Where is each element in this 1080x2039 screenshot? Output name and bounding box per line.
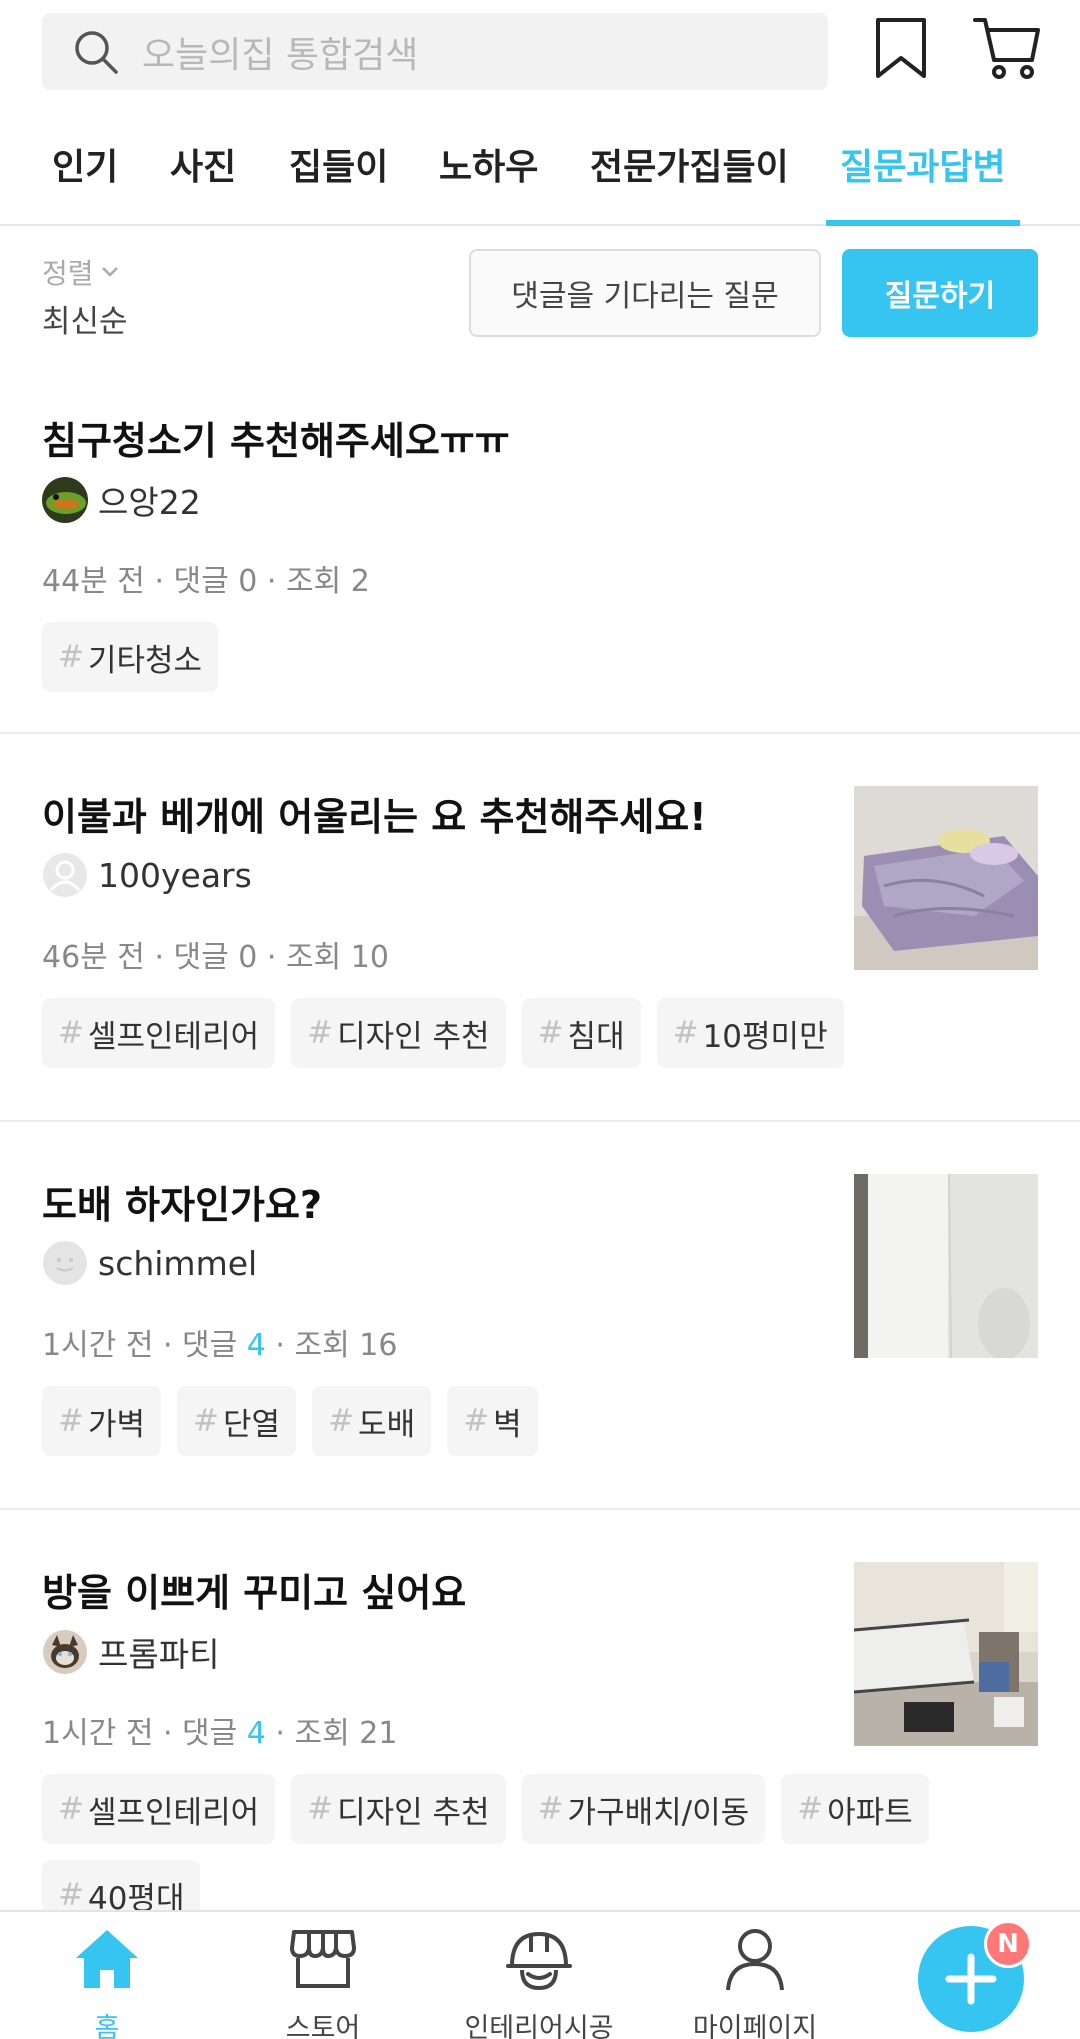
view-count: 2 [350,564,370,599]
nav-store-label: 스토어 [285,2013,361,2039]
tag-chip[interactable]: # 가벽 [42,1386,162,1456]
search-placeholder: 오늘의집 통합검색 [142,34,419,76]
tab-popular[interactable]: 인기 [52,138,118,224]
tag-chip[interactable]: # 디자인 추천 [291,1774,506,1844]
view-count: 21 [359,1716,398,1751]
question-item[interactable]: 방을 이쁘게 꾸미고 싶어요 프롬파티 1시간 전 · 댓글 4 · 조회 21… [0,1510,1080,1930]
author-name[interactable]: 100years [98,856,252,895]
tag-chip[interactable]: # 셀프인테리어 [42,1774,276,1844]
comment-count: 4 [246,1716,266,1751]
question-thumbnail[interactable] [854,1562,1038,1746]
view-count: 16 [359,1328,398,1363]
question-thumbnail[interactable] [854,1174,1038,1358]
tag-list: # 셀프인테리어 # 디자인 추천 # 침대 #10평미만 [42,998,1042,1068]
nav-home[interactable]: 홈 [32,1926,182,2039]
home-icon [76,1930,138,1988]
tag-chip[interactable]: # 단열 [177,1386,297,1456]
question-meta: 46분 전 · 댓글 0 · 조회 10 [42,940,389,975]
posted-time: 1시간 전 [42,1328,154,1363]
author-name[interactable]: 으앙22 [98,476,201,524]
tag-chip[interactable]: # 벽 [447,1386,538,1456]
question-title[interactable]: 이불과 베개에 어울리는 요 추천해주세요! [42,786,707,841]
question-meta: 44분 전 · 댓글 0 · 조회 2 [42,564,370,599]
tag-chip[interactable]: # 침대 [521,998,641,1068]
category-tabs: 인기 사진 집들이 노하우 전문가집들이 질문과답변 [0,116,1080,226]
comment-count: 0 [238,564,258,599]
nav-interior[interactable]: 인테리어시공 [464,1926,614,2039]
nav-store[interactable]: 스토어 [248,1926,398,2039]
user-icon [726,1929,784,1991]
helmet-icon [506,1931,572,1991]
nav-home-label: 홈 [94,2013,120,2039]
tag-chip[interactable]: #10평미만 [656,998,844,1068]
sort-row: 정렬 최신순 댓글을 기다리는 질문 질문하기 [0,228,1080,358]
ask-question-button[interactable]: 질문하기 [842,249,1038,337]
posted-time: 44분 전 [42,564,145,599]
question-thumbnail[interactable] [854,786,1038,970]
author-info: schimmel [42,1240,257,1286]
question-item[interactable]: 침구청소기 추천해주세오ㅠㅠ 으앙22 44분 전 · 댓글 0 · 조회 2 … [0,358,1080,734]
tag-chip[interactable]: # 아파트 [781,1774,929,1844]
posted-time: 46분 전 [42,940,145,975]
tab-knowhow[interactable]: 노하우 [439,138,538,224]
posted-time: 1시간 전 [42,1716,154,1751]
comment-count: 0 [238,940,258,975]
store-icon [290,1930,356,1988]
tag-chip[interactable]: # 디자인 추천 [291,998,506,1068]
question-title[interactable]: 침구청소기 추천해주세오ㅠㅠ [42,410,510,465]
search-input[interactable]: 오늘의집 통합검색 [42,13,828,90]
tab-housewarming[interactable]: 집들이 [289,138,388,224]
notification-badge: N [984,1920,1032,1968]
sort-value[interactable]: 최신순 [42,296,128,341]
tag-chip[interactable]: # 가구배치/이동 [521,1774,766,1844]
nav-interior-label: 인테리어시공 [464,2013,614,2039]
author-name[interactable]: 프롬파티 [98,1628,219,1676]
avatar [42,852,88,898]
tag-chip[interactable]: # 셀프인테리어 [42,998,276,1068]
question-title[interactable]: 방을 이쁘게 꾸미고 싶어요 [42,1562,466,1617]
avatar [42,1240,88,1286]
tag-chip[interactable]: # 도배 [312,1386,432,1456]
view-count: 10 [350,940,389,975]
question-meta: 1시간 전 · 댓글 4 · 조회 16 [42,1328,398,1363]
avatar [42,1629,88,1675]
search-icon [75,30,118,74]
tag-list: # 기타청소 [42,622,1042,692]
author-info: 프롬파티 [42,1628,219,1676]
question-item[interactable]: 도배 하자인가요? schimmel 1시간 전 · 댓글 4 · 조회 16 … [0,1122,1080,1510]
bookmark-icon[interactable] [872,16,930,80]
sort-dropdown[interactable]: 정렬 [42,252,120,292]
cart-icon[interactable] [972,14,1042,82]
tag-list: # 셀프인테리어 # 디자인 추천 # 가구배치/이동 # 아파트 #40평대 [42,1774,1042,1930]
nav-mypage[interactable]: 마이페이지 [680,1926,830,2039]
question-title[interactable]: 도배 하자인가요? [42,1174,322,1229]
author-info: 으앙22 [42,476,201,524]
question-meta: 1시간 전 · 댓글 4 · 조회 21 [42,1716,398,1751]
tag-chip[interactable]: # 기타청소 [42,622,219,692]
top-bar: 오늘의집 통합검색 [0,0,1080,100]
avatar [42,477,88,523]
tab-qna[interactable]: 질문과답변 [826,138,1020,226]
question-item[interactable]: 이불과 베개에 어울리는 요 추천해주세요! 100years 46분 전 · … [0,734,1080,1122]
chevron-down-icon [101,267,118,277]
tab-expert-housewarming[interactable]: 전문가집들이 [590,138,789,224]
nav-mypage-label: 마이페이지 [692,2013,818,2039]
author-name[interactable]: schimmel [98,1244,257,1283]
comment-count: 4 [246,1328,266,1363]
bottom-navigation: 홈 스토어 인테리어시공 마이페이지 N [0,1910,1080,2039]
tag-list: # 가벽 # 단열 # 도배 # 벽 [42,1386,1042,1456]
sort-label: 정렬 [42,257,94,290]
tab-photos[interactable]: 사진 [170,138,236,224]
waiting-questions-button[interactable]: 댓글을 기다리는 질문 [469,249,821,337]
author-info: 100years [42,852,252,898]
